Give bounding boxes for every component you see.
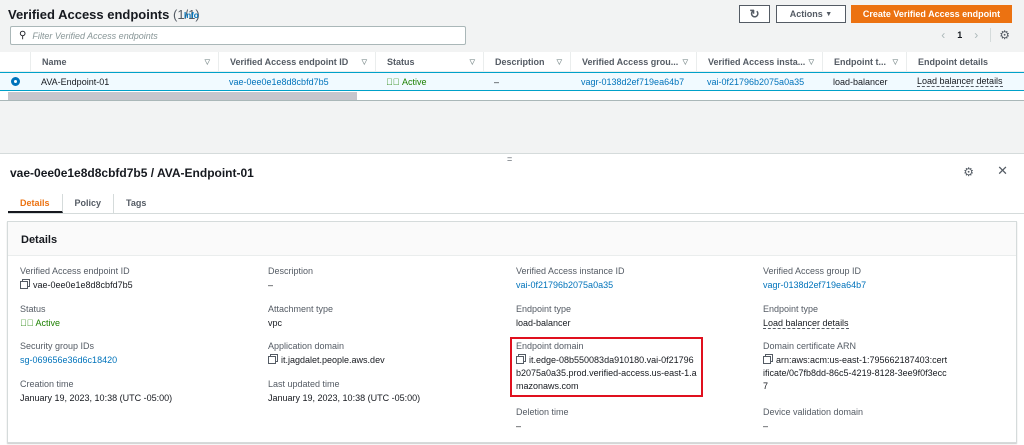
field-attachment-type: Attachment type vpc — [268, 304, 334, 328]
sort-icon: ▽ — [808, 58, 814, 66]
tab-tags[interactable]: Tags — [114, 194, 158, 213]
copy-icon[interactable] — [268, 356, 276, 364]
copy-icon[interactable] — [20, 281, 28, 289]
check-circle-icon: ✓⃝ — [20, 318, 34, 328]
col-description[interactable]: Description ▽ — [483, 52, 570, 71]
cell-group[interactable]: vagr-0138d2ef719ea64b7 — [570, 73, 696, 90]
field-application-domain: Application domain it.jagdalet.people.aws… — [268, 341, 385, 365]
sort-icon: ▽ — [361, 58, 367, 66]
endpoints-table: Name ▽ Verified Access endpoint ID ▽ Statu… — [0, 52, 1024, 91]
sort-icon: ▽ — [204, 58, 210, 66]
tab-divider — [8, 213, 1024, 214]
cell-details[interactable]: Load balancer details — [906, 73, 1024, 90]
copy-icon[interactable] — [763, 356, 771, 364]
row-radio[interactable] — [11, 77, 20, 86]
field-endpoint-type: Endpoint type load-balancer — [516, 304, 572, 328]
actions-button[interactable]: Actions ▼ — [776, 5, 846, 23]
col-type[interactable]: Endpoint t... ▽ — [822, 52, 906, 71]
col-endpoint-id[interactable]: Verified Access endpoint ID ▽ — [218, 52, 375, 71]
search-icon: ⚲ — [19, 30, 27, 41]
settings-gear-icon[interactable]: ⚙ — [990, 28, 1010, 42]
cell-instance[interactable]: vai-0f21796b2075a0a35 — [696, 73, 822, 90]
field-status: Status ✓⃝ Active — [20, 304, 61, 328]
col-name[interactable]: Name ▽ — [30, 52, 218, 71]
sort-icon: ▽ — [682, 58, 688, 66]
filter-input[interactable]: ⚲ Filter Verified Access endpoints — [10, 26, 466, 45]
scrollbar-thumb[interactable] — [8, 92, 357, 100]
next-page-icon[interactable]: › — [974, 28, 978, 42]
refresh-icon: ↻ — [749, 7, 760, 21]
col-status[interactable]: Status ▽ — [375, 52, 483, 71]
col-group[interactable]: Verified Access grou... ▽ — [570, 52, 696, 71]
cell-type: load-balancer — [833, 76, 888, 87]
sort-icon: ▽ — [556, 58, 562, 66]
table-header: Name ▽ Verified Access endpoint ID ▽ Statu… — [0, 52, 1024, 72]
check-circle-icon: ✓⃝ — [386, 76, 400, 87]
field-endpoint-details: Endpoint type Load balancer details — [763, 304, 849, 329]
details-heading: Details — [8, 222, 1016, 256]
field-security-groups: Security group IDs sg-069656e36d6c18420 — [20, 341, 118, 365]
tab-policy[interactable]: Policy — [63, 194, 115, 213]
sort-icon: ▽ — [892, 58, 898, 66]
close-icon[interactable]: ✕ — [997, 163, 1008, 179]
field-description: Description – — [268, 266, 314, 290]
detail-tabs: Details Policy Tags — [8, 194, 158, 213]
tab-details[interactable]: Details — [8, 194, 63, 213]
table-row[interactable]: AVA-Endpoint-01 vae-0ee0e1e8d8cbfd7b5 ✓⃝… — [0, 72, 1024, 91]
sort-icon: ▽ — [469, 58, 475, 66]
detail-title: vae-0ee0e1e8d8cbfd7b5 / AVA-Endpoint-01 — [10, 166, 254, 180]
create-endpoint-button[interactable]: Create Verified Access endpoint — [851, 5, 1012, 23]
pagination: ‹ 1 › ⚙ — [941, 28, 1010, 42]
page-number[interactable]: 1 — [957, 30, 962, 40]
horizontal-scrollbar[interactable] — [0, 91, 1024, 101]
col-details: Endpoint details — [906, 52, 1024, 71]
col-instance[interactable]: Verified Access insta... ▽ — [696, 52, 822, 71]
prev-page-icon[interactable]: ‹ — [941, 28, 945, 42]
info-link[interactable]: Info — [184, 11, 199, 20]
field-endpoint-id: Verified Access endpoint ID vae-0ee0e1e8d… — [20, 266, 133, 290]
field-certificate-arn: Domain certificate ARN arn:aws:acm:us-eas… — [763, 341, 948, 391]
field-creation-time: Creation time January 19, 2023, 10:38 (UT… — [20, 379, 173, 403]
page-title: Verified Access endpoints (1/1) — [8, 7, 200, 22]
caret-down-icon: ▼ — [825, 10, 833, 18]
cell-status: ✓⃝ Active — [386, 76, 427, 87]
cell-endpoint-id[interactable]: vae-0ee0e1e8d8cbfd7b5 — [218, 73, 375, 90]
cell-name: AVA-Endpoint-01 — [41, 76, 110, 87]
field-deletion-time: Deletion time – — [516, 407, 569, 431]
field-group-id: Verified Access group ID vagr-0138d2ef719… — [763, 266, 867, 290]
field-last-updated: Last updated time January 19, 2023, 10:38… — [268, 379, 421, 403]
resize-handle-icon[interactable]: = — [507, 154, 512, 164]
detail-panel: = vae-0ee0e1e8d8cbfd7b5 / AVA-Endpoint-0… — [0, 153, 1024, 445]
field-device-validation: Device validation domain – — [763, 407, 864, 431]
field-instance-id: Verified Access instance ID vai-0f21796b2… — [516, 266, 625, 290]
cell-description: – — [494, 76, 500, 87]
highlight-box — [510, 337, 703, 397]
refresh-button[interactable]: ↻ — [739, 5, 770, 23]
endpoints-list-section: Verified Access endpoints (1/1) Info ↻ A… — [0, 0, 1024, 153]
settings-gear-icon[interactable]: ⚙ — [963, 165, 974, 179]
